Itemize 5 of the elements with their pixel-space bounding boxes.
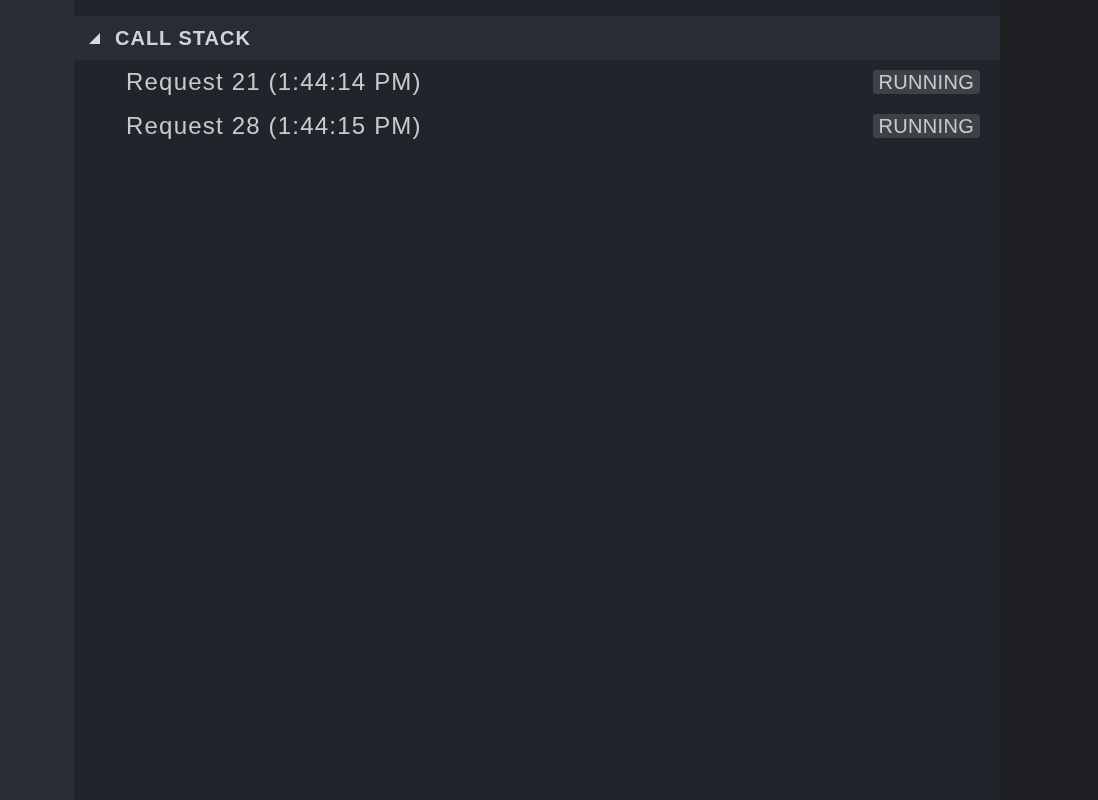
request-label[interactable]: Request 28 (1:44:15 PM) bbox=[126, 112, 422, 140]
status-badge: RUNNING bbox=[872, 114, 980, 138]
status-badge: RUNNING bbox=[872, 70, 980, 94]
request-label[interactable]: Request 21 (1:44:14 PM) bbox=[126, 68, 422, 96]
call-stack-header[interactable]: CALL STACK bbox=[74, 16, 1000, 60]
